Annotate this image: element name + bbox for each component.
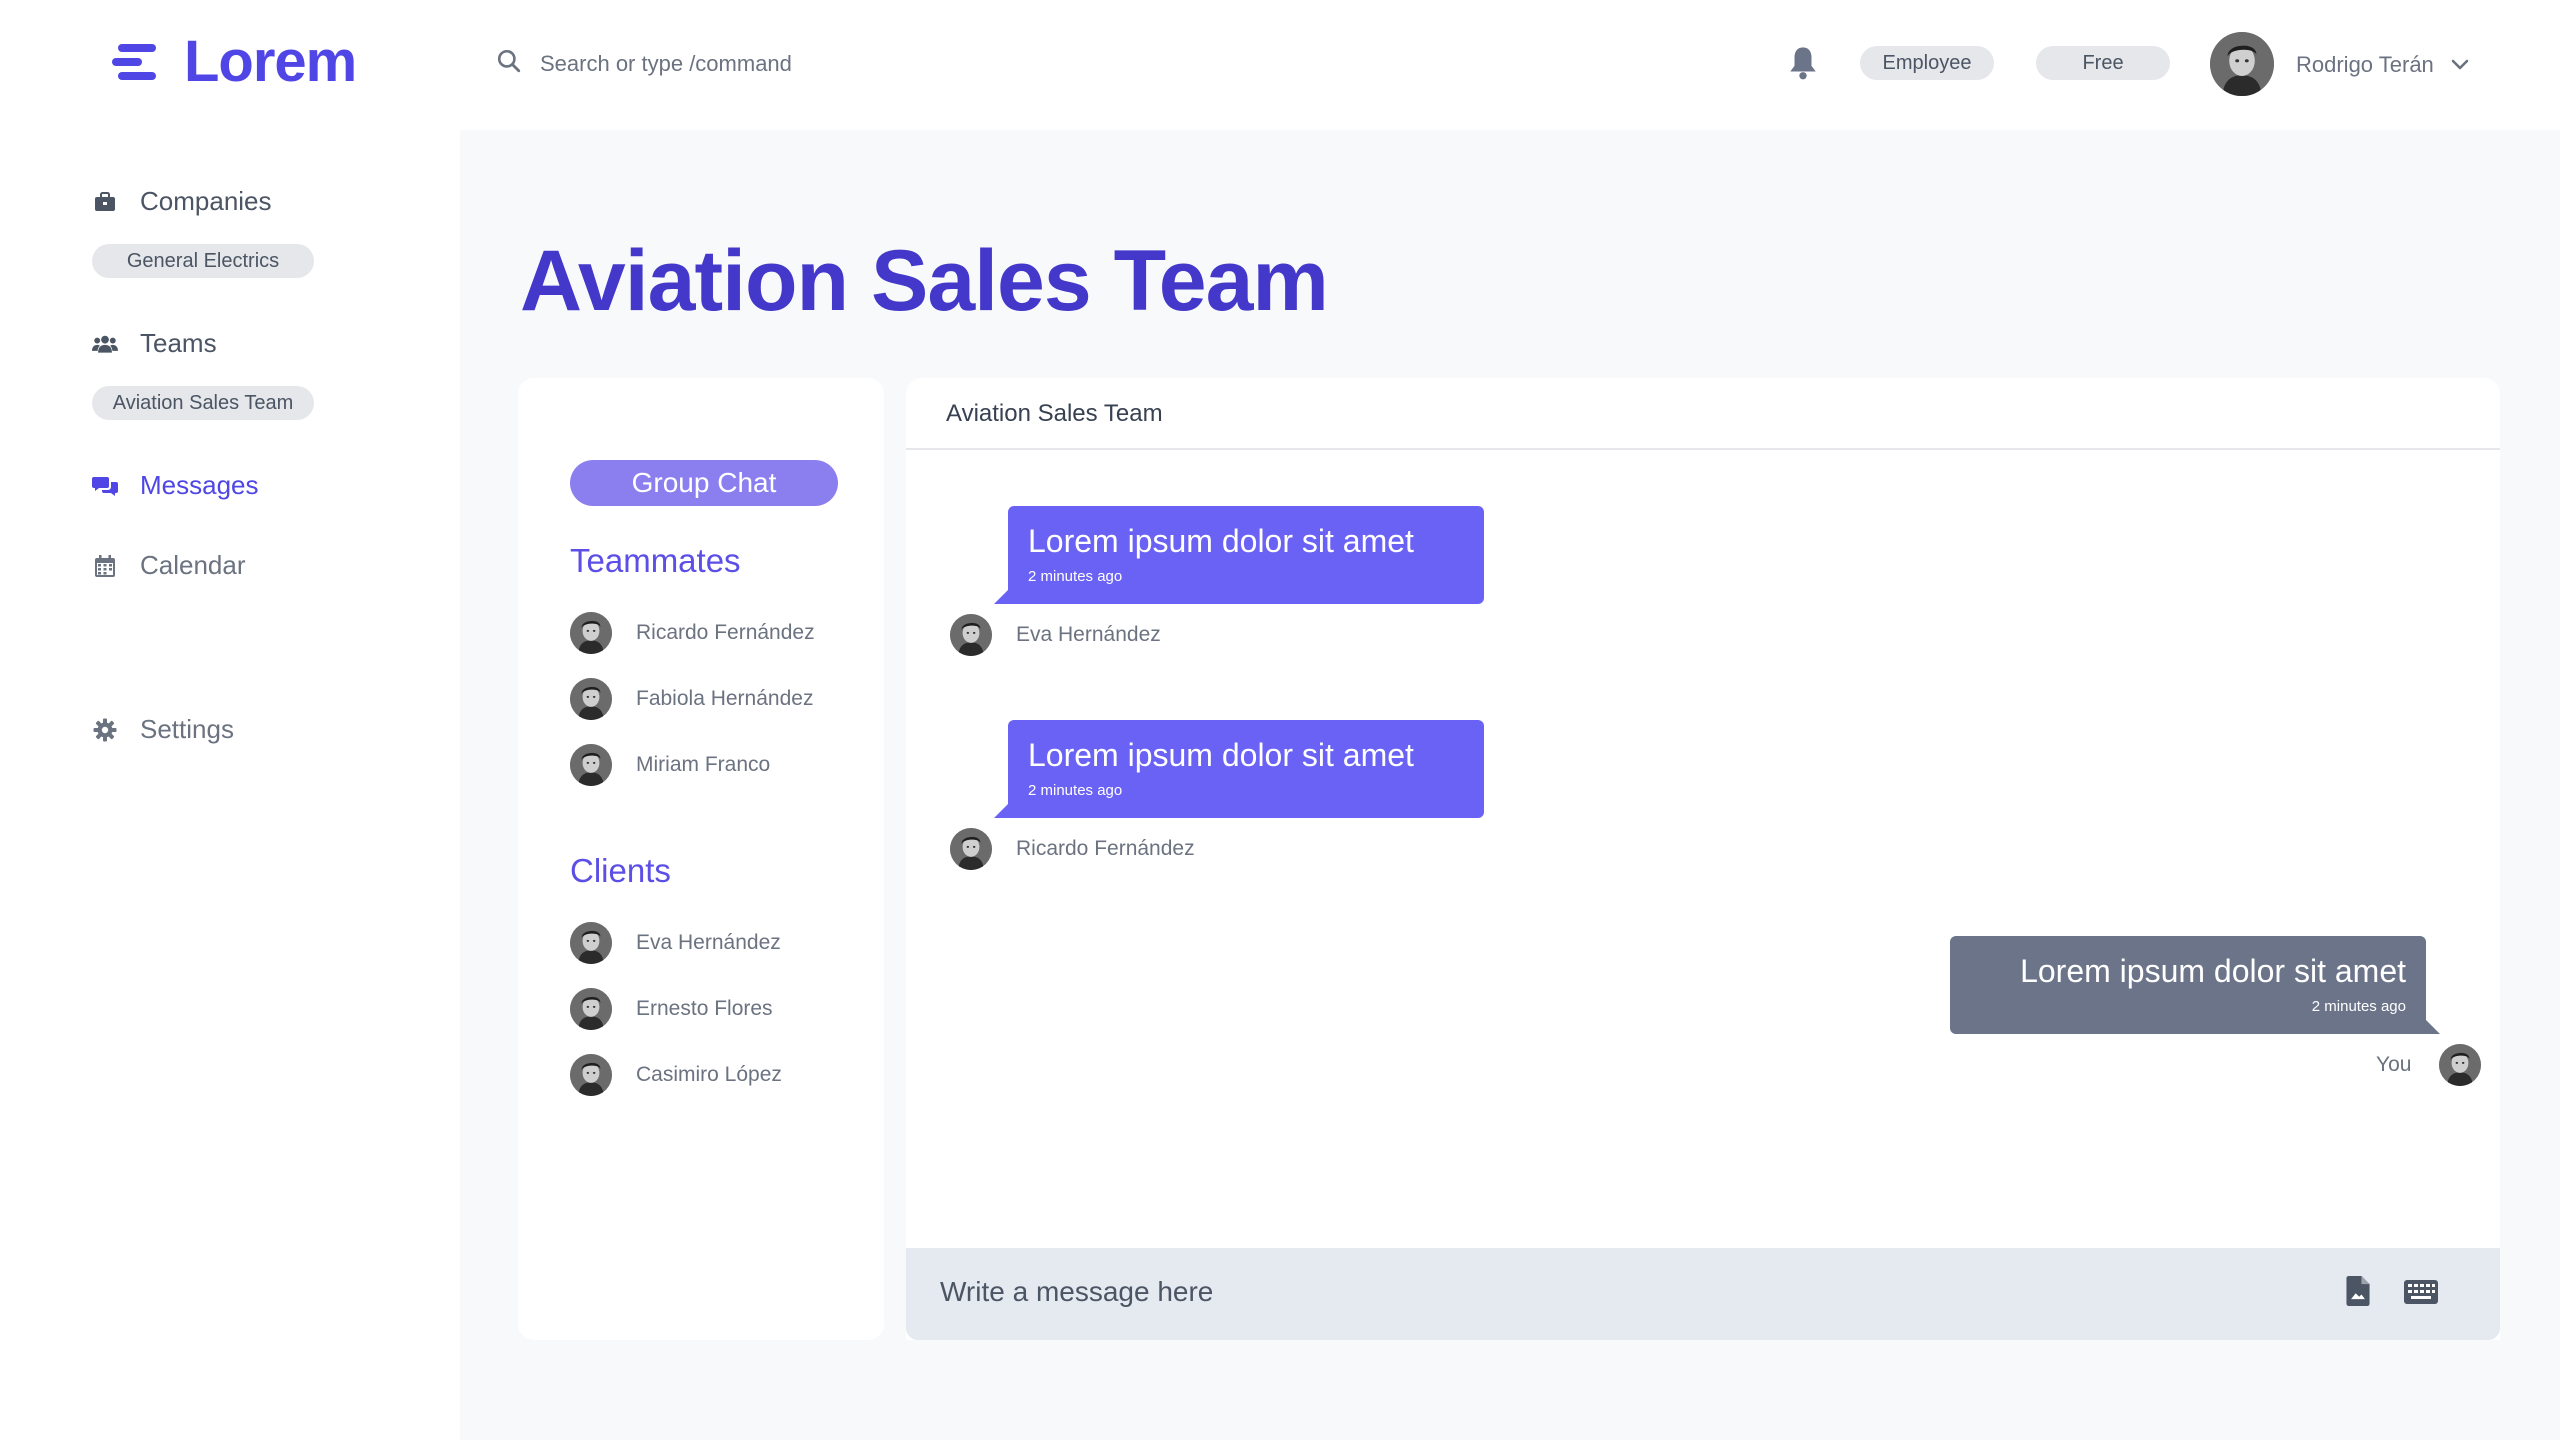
sidebar-item-label: Companies bbox=[140, 186, 272, 216]
chat-header-title: Aviation Sales Team bbox=[946, 400, 1163, 427]
file-icon[interactable] bbox=[2346, 1276, 2370, 1311]
teammates-heading: Teammates bbox=[570, 542, 741, 579]
message-time: 2 minutes ago bbox=[1028, 568, 1123, 585]
avatar bbox=[2439, 1044, 2481, 1086]
avatar[interactable] bbox=[2210, 32, 2274, 96]
logo-text: Lorem bbox=[184, 29, 357, 94]
list-item[interactable]: Ricardo Fernández bbox=[570, 612, 815, 654]
role-badge: Employee bbox=[1860, 46, 1994, 80]
search-input[interactable]: Search or type /command bbox=[540, 51, 792, 77]
message-text: Lorem ipsum dolor sit amet bbox=[1028, 737, 1414, 773]
sidebar-item-label: Messages bbox=[140, 470, 259, 500]
message-input[interactable] bbox=[940, 1276, 2240, 1308]
page-title: Aviation Sales Team bbox=[520, 233, 1329, 329]
sidebar-item-label: Teams bbox=[140, 328, 217, 358]
message-time: 2 minutes ago bbox=[2311, 998, 2406, 1015]
contact-name: Eva Hernández bbox=[636, 931, 781, 954]
list-item[interactable]: Fabiola Hernández bbox=[570, 678, 813, 720]
avatar bbox=[570, 922, 612, 964]
sidebar-item-label: Calendar bbox=[140, 550, 246, 580]
message-sender: You bbox=[2376, 1044, 2481, 1086]
divider bbox=[906, 448, 2500, 450]
sender-name: You bbox=[2376, 1053, 2412, 1076]
gear-icon bbox=[92, 717, 118, 743]
message-bubble[interactable]: Lorem ipsum dolor sit amet 2 minutes ago bbox=[1008, 720, 1484, 818]
bubble-tail bbox=[994, 590, 1008, 604]
bubble-tail bbox=[994, 804, 1008, 818]
message-sender: Ricardo Fernández bbox=[950, 828, 1195, 870]
company-tag[interactable]: General Electrics bbox=[92, 244, 314, 278]
sidebar-item-settings[interactable]: Settings bbox=[92, 714, 234, 745]
menu-logo-icon bbox=[112, 42, 160, 82]
search-bar[interactable]: Search or type /command bbox=[496, 48, 792, 79]
message-bubble[interactable]: Lorem ipsum dolor sit amet 2 minutes ago bbox=[1008, 506, 1484, 604]
list-item[interactable]: Eva Hernández bbox=[570, 922, 781, 964]
users-icon bbox=[92, 331, 118, 357]
user-name[interactable]: Rodrigo Terán bbox=[2296, 52, 2434, 78]
avatar bbox=[570, 678, 612, 720]
keyboard-icon[interactable] bbox=[2404, 1280, 2438, 1309]
logo[interactable]: Lorem bbox=[112, 28, 357, 95]
message-text: Lorem ipsum dolor sit amet bbox=[2020, 953, 2406, 989]
sidebar-item-label: Settings bbox=[140, 714, 234, 744]
message-text: Lorem ipsum dolor sit amet bbox=[1028, 523, 1414, 559]
message-composer bbox=[906, 1248, 2500, 1340]
chat-bubbles-icon bbox=[92, 473, 118, 499]
search-icon bbox=[496, 48, 522, 79]
contact-name: Ricardo Fernández bbox=[636, 621, 815, 644]
avatar bbox=[570, 744, 612, 786]
contact-name: Fabiola Hernández bbox=[636, 687, 814, 710]
avatar bbox=[950, 614, 992, 656]
avatar bbox=[570, 988, 612, 1030]
clients-heading: Clients bbox=[570, 852, 671, 889]
team-tag[interactable]: Aviation Sales Team bbox=[92, 386, 314, 420]
avatar bbox=[570, 612, 612, 654]
list-item[interactable]: Miriam Franco bbox=[570, 744, 770, 786]
message-bubble[interactable]: Lorem ipsum dolor sit amet 2 minutes ago bbox=[1950, 936, 2426, 1034]
contact-name: Casimiro López bbox=[636, 1063, 782, 1086]
list-item[interactable]: Ernesto Flores bbox=[570, 988, 773, 1030]
sidebar-item-messages[interactable]: Messages bbox=[92, 470, 259, 501]
avatar bbox=[570, 1054, 612, 1096]
sidebar-item-companies[interactable]: Companies bbox=[92, 186, 272, 217]
bubble-tail bbox=[2426, 1020, 2440, 1034]
plan-badge: Free bbox=[2036, 46, 2170, 80]
sender-name: Ricardo Fernández bbox=[1016, 837, 1195, 860]
list-item[interactable]: Casimiro López bbox=[570, 1054, 782, 1096]
message-sender: Eva Hernández bbox=[950, 614, 1161, 656]
chevron-down-icon[interactable] bbox=[2448, 52, 2472, 81]
briefcase-icon bbox=[92, 189, 118, 215]
sidebar-item-teams[interactable]: Teams bbox=[92, 328, 217, 359]
bell-icon[interactable] bbox=[1786, 44, 1820, 87]
message-time: 2 minutes ago bbox=[1028, 782, 1123, 799]
sidebar-item-calendar[interactable]: Calendar bbox=[92, 550, 246, 581]
calendar-icon bbox=[92, 553, 118, 579]
contact-name: Miriam Franco bbox=[636, 753, 771, 776]
group-chat-button[interactable]: Group Chat bbox=[570, 460, 838, 506]
sender-name: Eva Hernández bbox=[1016, 623, 1161, 646]
contact-name: Ernesto Flores bbox=[636, 997, 773, 1020]
avatar bbox=[950, 828, 992, 870]
